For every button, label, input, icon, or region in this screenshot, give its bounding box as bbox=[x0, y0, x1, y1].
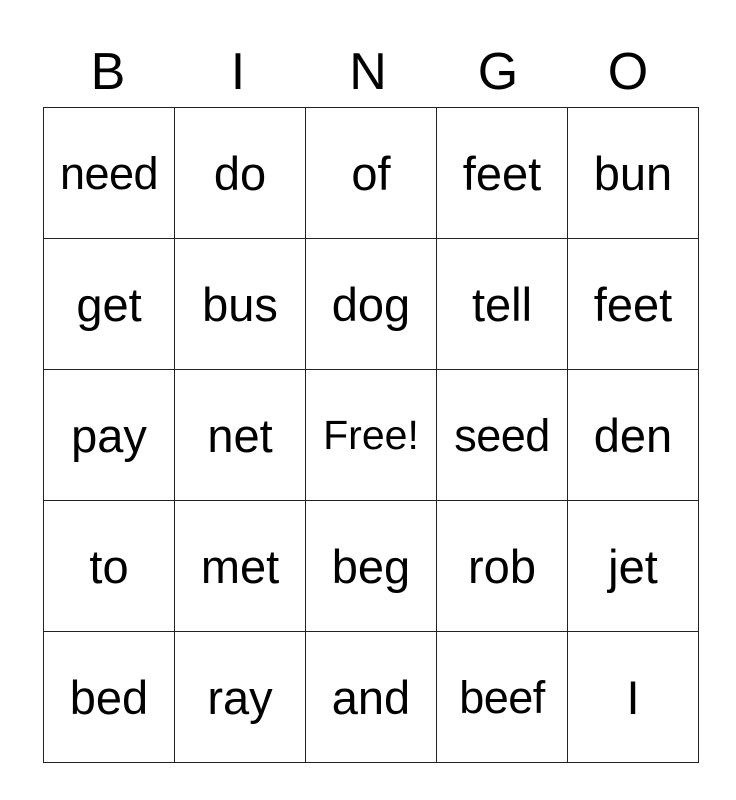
bingo-cell[interactable]: dog bbox=[305, 238, 437, 370]
header-letter-i: I bbox=[230, 43, 246, 101]
header-letter-g: G bbox=[477, 43, 519, 101]
bingo-header: B I N G O bbox=[43, 40, 693, 104]
grid-row: to met beg rob jet bbox=[43, 500, 699, 632]
bingo-cell[interactable]: of bbox=[305, 107, 437, 239]
bingo-cell[interactable]: pay bbox=[43, 369, 175, 501]
bingo-cell[interactable]: beg bbox=[305, 500, 437, 632]
grid-row: pay net Free! seed den bbox=[43, 369, 699, 501]
grid-row: bed ray and beef I bbox=[43, 631, 699, 763]
bingo-cell[interactable]: do bbox=[174, 107, 306, 239]
bingo-cell[interactable]: den bbox=[567, 369, 699, 501]
header-letter-o: O bbox=[607, 43, 649, 101]
header-letter-b: B bbox=[90, 43, 126, 101]
bingo-cell[interactable]: bus bbox=[174, 238, 306, 370]
bingo-cell[interactable]: to bbox=[43, 500, 175, 632]
bingo-cell[interactable]: feet bbox=[567, 238, 699, 370]
bingo-cell[interactable]: need bbox=[43, 107, 175, 239]
bingo-cell[interactable]: met bbox=[174, 500, 306, 632]
bingo-cell[interactable]: bun bbox=[567, 107, 699, 239]
grid-row: need do of feet bun bbox=[43, 107, 699, 239]
grid-row: get bus dog tell feet bbox=[43, 238, 699, 370]
bingo-cell[interactable]: tell bbox=[436, 238, 568, 370]
bingo-cell[interactable]: and bbox=[305, 631, 437, 763]
bingo-cell[interactable]: bed bbox=[43, 631, 175, 763]
bingo-cell[interactable]: get bbox=[43, 238, 175, 370]
bingo-card-grid: need do of feet bun get bus dog tell fee… bbox=[43, 107, 699, 763]
bingo-cell[interactable]: beef bbox=[436, 631, 568, 763]
bingo-cell[interactable]: feet bbox=[436, 107, 568, 239]
bingo-cell[interactable]: I bbox=[567, 631, 699, 763]
header-letter-n: N bbox=[349, 43, 387, 101]
bingo-cell[interactable]: jet bbox=[567, 500, 699, 632]
bingo-cell[interactable]: rob bbox=[436, 500, 568, 632]
bingo-cell[interactable]: ray bbox=[174, 631, 306, 763]
free-space-cell[interactable]: Free! bbox=[305, 369, 437, 501]
bingo-cell[interactable]: net bbox=[174, 369, 306, 501]
bingo-cell[interactable]: seed bbox=[436, 369, 568, 501]
